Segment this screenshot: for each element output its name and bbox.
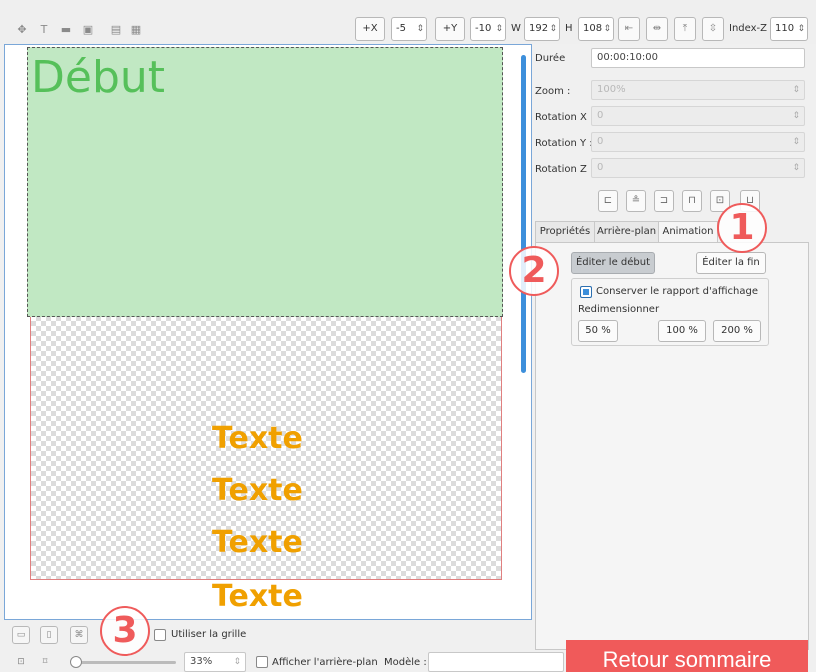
zoom-percent-value: 33% bbox=[190, 656, 213, 667]
start-title-text[interactable]: Début bbox=[31, 50, 165, 106]
zoom-slider-track[interactable] bbox=[76, 661, 176, 664]
image-tool-icon[interactable]: ▣ bbox=[80, 23, 96, 37]
plus-x-button[interactable]: +X bbox=[355, 17, 385, 41]
rotation-z-field[interactable]: 0 ⇕ bbox=[591, 158, 805, 178]
align-left-icon[interactable]: ⊏ bbox=[598, 190, 618, 212]
duree-field[interactable]: 00:00:10:00 bbox=[591, 48, 805, 68]
rotation-z-label: Rotation Z : bbox=[535, 164, 594, 175]
return-summary-button[interactable]: Retour sommaire bbox=[566, 640, 808, 672]
resize-label: Redimensionner bbox=[578, 304, 660, 315]
template-label: Modèle : bbox=[384, 657, 427, 668]
rotation-y-value: 0 bbox=[597, 136, 604, 147]
rotation-y-field[interactable]: 0 ⇕ bbox=[591, 132, 805, 152]
text-tool-icon[interactable]: T bbox=[36, 23, 52, 37]
keep-ratio-label: Conserver le rapport d'affichage bbox=[596, 286, 759, 297]
zoom-value: 100% bbox=[597, 84, 626, 95]
zoom-fit-icon[interactable]: ⊡ bbox=[12, 654, 30, 672]
tab-arriere-plan[interactable]: Arrière-plan bbox=[594, 221, 659, 243]
rotation-x-field[interactable]: 0 ⇕ bbox=[591, 106, 805, 126]
zoom-label: Zoom : bbox=[535, 86, 571, 97]
use-grid-checkbox[interactable] bbox=[154, 629, 166, 641]
spin-arrows-icon[interactable]: ⇕ bbox=[495, 18, 503, 40]
resize-100-button[interactable]: 100 % bbox=[658, 320, 706, 342]
w-label: W bbox=[511, 23, 521, 34]
fit-icon[interactable]: ▭ bbox=[12, 626, 30, 644]
step-badge: 2 bbox=[509, 246, 559, 296]
align-hcenter-icon[interactable]: ⇹ bbox=[646, 17, 668, 41]
edit-end-button[interactable]: Éditer la fin bbox=[696, 252, 766, 274]
spin-arrows-icon[interactable]: ⇕ bbox=[416, 18, 424, 40]
plus-y-button[interactable]: +Y bbox=[435, 17, 465, 41]
step-badge: 3 bbox=[100, 606, 150, 656]
duree-label: Durée bbox=[535, 53, 566, 64]
spin-arrows-icon[interactable]: ⇕ bbox=[549, 18, 557, 40]
rotation-x-value: 0 bbox=[597, 110, 604, 121]
y-value: -10 bbox=[475, 23, 492, 34]
save-icon[interactable]: ▦ bbox=[128, 23, 144, 37]
vertical-scrollbar[interactable] bbox=[521, 55, 526, 373]
align-top-icon[interactable]: ⤒ bbox=[674, 17, 696, 41]
text-item[interactable]: Texte bbox=[212, 525, 303, 561]
show-background-checkbox[interactable] bbox=[256, 656, 268, 668]
x-spinbox[interactable]: -5 ⇕ bbox=[391, 17, 427, 41]
x-value: -5 bbox=[396, 23, 406, 34]
spin-arrows-icon[interactable]: ⇕ bbox=[797, 18, 805, 40]
align-center-icon[interactable]: ≗ bbox=[626, 190, 646, 212]
spin-arrows-icon[interactable]: ⇕ bbox=[792, 133, 800, 151]
align-right-icon[interactable]: ⊐ bbox=[654, 190, 674, 212]
tab-animation[interactable]: Animation bbox=[658, 221, 718, 243]
h-spinbox[interactable]: 108 ⇕ bbox=[578, 17, 614, 41]
rect-tool-icon[interactable]: ▬ bbox=[58, 23, 74, 37]
text-item[interactable]: Texte bbox=[212, 579, 303, 615]
spin-arrows-icon[interactable]: ⇕ bbox=[792, 159, 800, 177]
open-icon[interactable]: ▤ bbox=[108, 23, 124, 37]
rotation-z-value: 0 bbox=[597, 162, 604, 173]
use-grid-label: Utiliser la grille bbox=[171, 629, 247, 640]
zoom-original-icon[interactable]: ⌑ bbox=[36, 654, 54, 672]
step-badge: 1 bbox=[717, 203, 767, 253]
grid-icon[interactable]: ⌘ bbox=[70, 626, 88, 644]
show-background-label: Afficher l'arrière-plan bbox=[272, 657, 378, 668]
y-spinbox[interactable]: -10 ⇕ bbox=[470, 17, 506, 41]
index-z-value: 110 bbox=[775, 23, 795, 34]
tab-proprietes[interactable]: Propriétés bbox=[535, 221, 595, 243]
spin-arrows-icon[interactable]: ⇕ bbox=[233, 653, 241, 671]
top-toolbar: ✥ T ▬ ▣ ▤ ▦ +X -5 ⇕ +Y -10 ⇕ W 192 ⇕ H 108 ⇕… bbox=[0, 0, 816, 44]
w-spinbox[interactable]: 192 ⇕ bbox=[524, 17, 560, 41]
move-tool-icon[interactable]: ✥ bbox=[14, 23, 30, 37]
text-item[interactable]: Texte bbox=[212, 473, 303, 509]
index-z-label: Index-Z bbox=[729, 23, 767, 34]
columns-icon[interactable]: ▯ bbox=[40, 626, 58, 644]
resize-200-button[interactable]: 200 % bbox=[713, 320, 761, 342]
template-field[interactable] bbox=[428, 652, 564, 672]
resize-50-button[interactable]: 50 % bbox=[578, 320, 618, 342]
zoom-spinbox[interactable]: 33% ⇕ bbox=[184, 652, 246, 672]
h-label: H bbox=[565, 23, 573, 34]
align-top-icon[interactable]: ⊓ bbox=[682, 190, 702, 212]
align-vcenter-icon[interactable]: ⇳ bbox=[702, 17, 724, 41]
text-item[interactable]: Texte bbox=[212, 421, 303, 457]
keep-ratio-checkbox[interactable] bbox=[580, 286, 592, 298]
edit-start-button[interactable]: Éditer le début bbox=[571, 252, 655, 274]
spin-arrows-icon[interactable]: ⇕ bbox=[792, 81, 800, 99]
spin-arrows-icon[interactable]: ⇕ bbox=[792, 107, 800, 125]
w-value: 192 bbox=[529, 23, 549, 34]
zoom-field[interactable]: 100% ⇕ bbox=[591, 80, 805, 100]
index-z-spinbox[interactable]: 110 ⇕ bbox=[770, 17, 808, 41]
align-left-icon[interactable]: ⇤ bbox=[618, 17, 640, 41]
zoom-slider-handle[interactable] bbox=[70, 656, 82, 668]
h-value: 108 bbox=[583, 23, 603, 34]
rotation-x-label: Rotation X : bbox=[535, 112, 594, 123]
spin-arrows-icon[interactable]: ⇕ bbox=[603, 18, 611, 40]
rotation-y-label: Rotation Y : bbox=[535, 138, 593, 149]
